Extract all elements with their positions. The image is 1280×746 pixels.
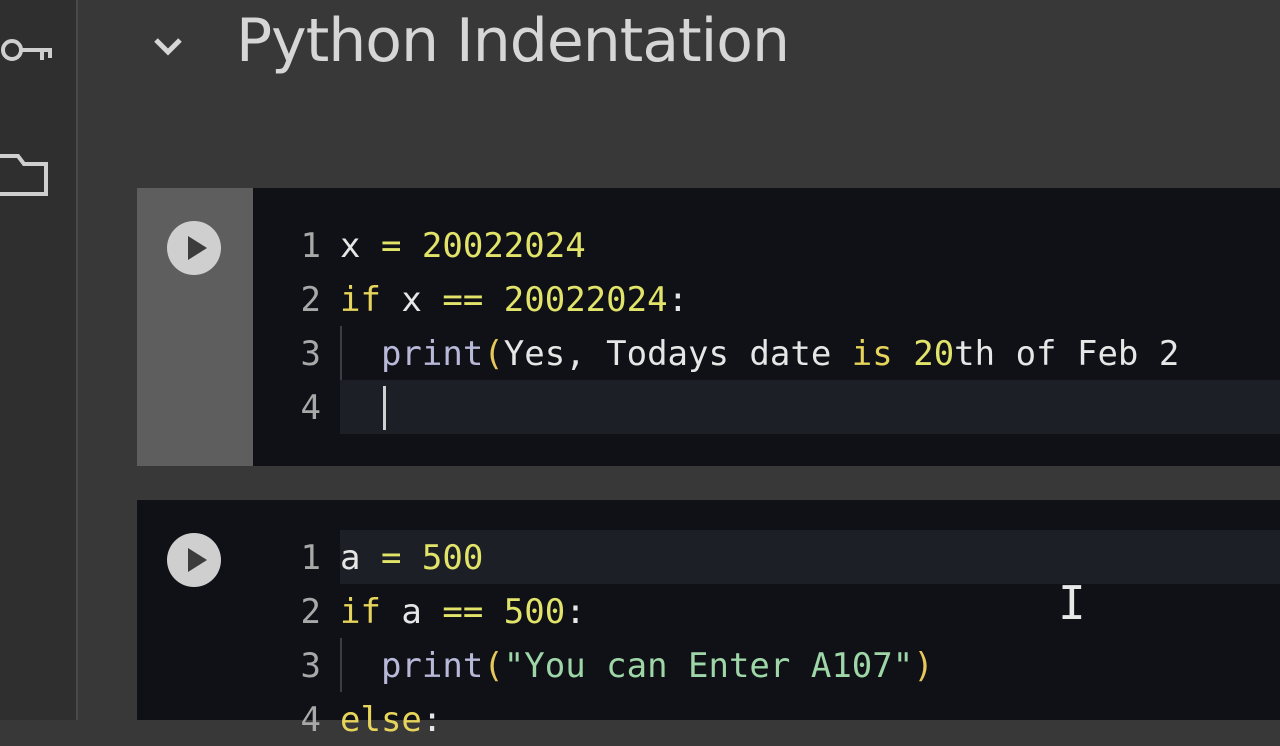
chevron-down-icon[interactable]: [148, 28, 188, 69]
code-line[interactable]: 3 print(Yes, Todays date is 20th of Feb …: [287, 326, 1280, 380]
cell-gutter: [137, 188, 253, 466]
line-number: 1: [300, 226, 321, 266]
line-number: 2: [300, 280, 321, 320]
code-cell[interactable]: 1a = 500 2 if a == 500: 3 print("You can En…: [137, 500, 1280, 740]
section-header: Python Indentation: [140, 0, 1280, 100]
code-token: is: [851, 334, 914, 374]
code-text: a = 500: [340, 538, 483, 578]
code-line[interactable]: 1x = 20022024: [287, 218, 1280, 272]
code-token: =: [380, 538, 422, 578]
code-token: 20: [913, 334, 955, 374]
code-token: th of Feb 2: [954, 334, 1180, 374]
code-text: if a == 500:: [340, 592, 586, 632]
code-token: if: [340, 280, 402, 320]
run-cell-button[interactable]: [167, 533, 221, 587]
code-token: 500: [421, 538, 484, 578]
code-text: print("You can Enter A107"): [340, 646, 934, 686]
code-token: print: [380, 646, 484, 686]
line-number: 4: [300, 388, 321, 428]
code-token: Yes, Todays date: [503, 334, 852, 374]
code-line[interactable]: 4: [301, 380, 1280, 434]
code-token: ==: [442, 280, 504, 320]
code-token: if: [340, 592, 402, 632]
code-token: (: [483, 646, 504, 686]
code-token: ==: [442, 592, 504, 632]
code-token: a: [340, 538, 381, 578]
code-token: 500: [503, 592, 566, 632]
code-token: (: [483, 334, 504, 374]
line-number: 2: [300, 592, 321, 632]
code-token: 20022024: [421, 226, 586, 266]
code-cell[interactable]: 1x = 20022024 2 if x == 20022024: 3 print(Y…: [137, 188, 1280, 466]
code-token: :: [667, 280, 689, 320]
line-number: 1: [300, 538, 321, 578]
code-line[interactable]: 3 print("You can Enter A107"): [287, 638, 1280, 692]
section-title: Python Indentation: [236, 6, 790, 76]
key-icon[interactable]: [0, 28, 56, 77]
text-cursor-icon: I: [1058, 576, 1086, 630]
code-token: x: [340, 226, 381, 266]
line-number: 3: [300, 646, 321, 686]
code-token: "You can Enter A107": [503, 646, 914, 686]
line-number: 3: [300, 334, 321, 374]
text-caret: [383, 386, 386, 430]
code-line[interactable]: 1a = 500: [301, 530, 1280, 584]
line-number: 4: [300, 700, 321, 740]
code-text: print(Yes, Todays date is 20th of Feb 2: [340, 334, 1179, 374]
folder-icon[interactable]: [0, 150, 56, 205]
code-line[interactable]: 2 if a == 500:: [287, 584, 1280, 638]
code-token: :: [565, 592, 586, 632]
code-token: :: [421, 700, 443, 740]
code-line[interactable]: 4 else:: [287, 692, 1280, 746]
code-text: x = 20022024: [340, 226, 586, 266]
code-token: ): [913, 646, 934, 686]
code-token: =: [380, 226, 422, 266]
code-text: else:: [340, 700, 442, 740]
code-token: x: [401, 280, 443, 320]
code-text: if x == 20022024:: [340, 280, 688, 320]
run-cell-button[interactable]: [167, 221, 221, 275]
left-sidebar: [0, 0, 78, 720]
cell-gutter: [137, 500, 253, 720]
code-token: print: [380, 334, 484, 374]
code-token: else: [340, 700, 422, 740]
code-line[interactable]: 2 if x == 20022024:: [287, 272, 1280, 326]
code-token: a: [401, 592, 443, 632]
code-token: 20022024: [503, 280, 668, 320]
